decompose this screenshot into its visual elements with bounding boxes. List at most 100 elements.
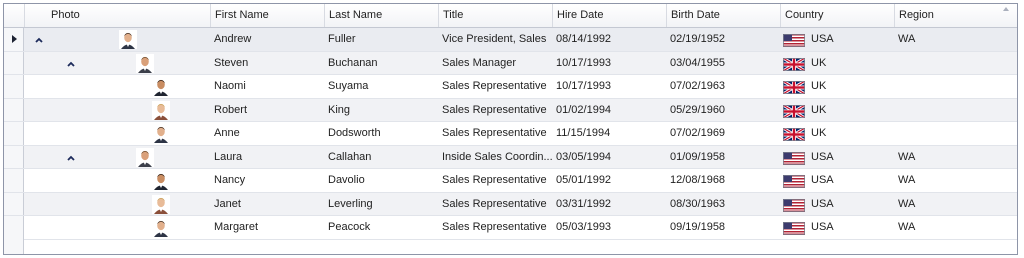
header-birth-date[interactable]: Birth Date: [666, 4, 780, 27]
cell-last-name[interactable]: King: [324, 99, 438, 122]
cell-birth-date[interactable]: 08/30/1963: [666, 193, 780, 216]
cell-hire-date[interactable]: 03/31/1992: [552, 193, 666, 216]
row-indicator[interactable]: [4, 98, 24, 121]
cell-last-name[interactable]: Fuller: [324, 28, 438, 51]
row-indicator[interactable]: [4, 216, 24, 239]
cell-first-name[interactable]: Laura: [210, 146, 324, 169]
cell-country[interactable]: USA: [780, 28, 894, 51]
cell-country[interactable]: UK: [780, 99, 894, 122]
header-last-name[interactable]: Last Name: [324, 4, 438, 27]
cell-last-name[interactable]: Suyama: [324, 75, 438, 98]
row-indicator[interactable]: [4, 51, 24, 74]
header-title[interactable]: Title: [438, 4, 552, 27]
cell-hire-date[interactable]: 05/01/1992: [552, 169, 666, 192]
cell-title[interactable]: Sales Representative: [438, 216, 552, 239]
cell-birth-date[interactable]: 07/02/1963: [666, 75, 780, 98]
cell-last-name[interactable]: Buchanan: [324, 52, 438, 75]
cell-birth-date[interactable]: 09/19/1958: [666, 216, 780, 239]
cell-title[interactable]: Sales Representative: [438, 193, 552, 216]
cell-first-name[interactable]: Janet: [210, 193, 324, 216]
table-row[interactable]: Janet Leverling Sales Representative 03/31/…: [4, 192, 1017, 216]
table-row[interactable]: Steven Buchanan Sales Manager 10/17/1993 03/…: [4, 51, 1017, 75]
cell-hire-date[interactable]: 03/05/1994: [552, 146, 666, 169]
cell-first-name[interactable]: Margaret: [210, 216, 324, 239]
cell-title[interactable]: Sales Representative: [438, 122, 552, 145]
table-row[interactable]: Anne Dodsworth Sales Representative 11/15/1…: [4, 122, 1017, 146]
cell-first-name[interactable]: Andrew: [210, 28, 324, 51]
table-row[interactable]: Naomi Suyama Sales Representative 10/17/199…: [4, 75, 1017, 99]
header-first-name[interactable]: First Name: [210, 4, 324, 27]
cell-hire-date[interactable]: 08/14/1992: [552, 28, 666, 51]
row-indicator[interactable]: [4, 192, 24, 215]
cell-title[interactable]: Sales Representative: [438, 75, 552, 98]
cell-region[interactable]: [894, 99, 1008, 122]
cell-birth-date[interactable]: 03/04/1955: [666, 52, 780, 75]
cell-country[interactable]: UK: [780, 52, 894, 75]
header-photo-label: Photo: [51, 9, 80, 21]
collapse-chevron-icon[interactable]: [34, 36, 44, 44]
cell-first-name[interactable]: Anne: [210, 122, 324, 145]
column-chooser[interactable]: [4, 4, 24, 27]
header-country[interactable]: Country: [780, 4, 894, 27]
cell-country[interactable]: UK: [780, 122, 894, 145]
cell-title[interactable]: Inside Sales Coordin...: [438, 146, 552, 169]
cell-region[interactable]: WA: [894, 193, 1008, 216]
cell-last-name[interactable]: Davolio: [324, 169, 438, 192]
header-region[interactable]: Region: [894, 4, 1017, 27]
cell-last-name[interactable]: Peacock: [324, 216, 438, 239]
cell-hire-date[interactable]: 11/15/1994: [552, 122, 666, 145]
cell-region[interactable]: WA: [894, 169, 1008, 192]
cell-country[interactable]: UK: [780, 75, 894, 98]
cell-region[interactable]: WA: [894, 28, 1008, 51]
table-row[interactable]: Nancy Davolio Sales Representative 05/01/19…: [4, 169, 1017, 193]
cell-title[interactable]: Sales Representative: [438, 99, 552, 122]
cell-country[interactable]: USA: [780, 169, 894, 192]
header-first-name-label: First Name: [215, 9, 269, 21]
employee-photo: [119, 30, 137, 49]
cell-title[interactable]: Sales Manager: [438, 52, 552, 75]
cell-hire-date[interactable]: 10/17/1993: [552, 52, 666, 75]
row-indicator[interactable]: [4, 169, 24, 192]
cell-hire-date[interactable]: 05/03/1993: [552, 216, 666, 239]
cell-first-name[interactable]: Naomi: [210, 75, 324, 98]
header-birth-date-label: Birth Date: [671, 9, 720, 21]
cell-region[interactable]: WA: [894, 216, 1008, 239]
header-hire-date[interactable]: Hire Date: [552, 4, 666, 27]
table-row[interactable]: Laura Callahan Inside Sales Coordin... 03/0…: [4, 145, 1017, 169]
row-indicator[interactable]: [4, 28, 24, 51]
header-photo[interactable]: Photo: [47, 4, 210, 27]
row-indicator[interactable]: [4, 75, 24, 98]
table-row[interactable]: Robert King Sales Representative 01/02/1994…: [4, 98, 1017, 122]
cell-hire-date[interactable]: 01/02/1994: [552, 99, 666, 122]
table-row[interactable]: Andrew Fuller Vice President, Sales 08/14/1…: [4, 28, 1017, 52]
cell-country[interactable]: USA: [780, 193, 894, 216]
cell-first-name[interactable]: Robert: [210, 99, 324, 122]
grid-body: Andrew Fuller Vice President, Sales 08/14/1…: [4, 28, 1017, 254]
table-row[interactable]: Margaret Peacock Sales Representative 05/03…: [4, 216, 1017, 240]
cell-birth-date[interactable]: 12/08/1968: [666, 169, 780, 192]
cell-last-name[interactable]: Callahan: [324, 146, 438, 169]
cell-birth-date[interactable]: 02/19/1952: [666, 28, 780, 51]
collapse-chevron-icon[interactable]: [66, 60, 76, 68]
cell-region[interactable]: [894, 52, 1008, 75]
cell-birth-date[interactable]: 01/09/1958: [666, 146, 780, 169]
row-indicator[interactable]: [4, 145, 24, 168]
country-label: UK: [811, 80, 827, 92]
cell-last-name[interactable]: Dodsworth: [324, 122, 438, 145]
cell-region[interactable]: [894, 75, 1008, 98]
cell-birth-date[interactable]: 07/02/1969: [666, 122, 780, 145]
cell-last-name[interactable]: Leverling: [324, 193, 438, 216]
cell-title[interactable]: Vice President, Sales: [438, 28, 552, 51]
collapse-chevron-icon[interactable]: [66, 154, 76, 162]
cell-country[interactable]: USA: [780, 216, 894, 239]
cell-hire-date[interactable]: 10/17/1993: [552, 75, 666, 98]
cell-first-name[interactable]: Nancy: [210, 169, 324, 192]
cell-first-name[interactable]: Steven: [210, 52, 324, 75]
row-indicator[interactable]: [4, 122, 24, 145]
cell-birth-date[interactable]: 05/29/1960: [666, 99, 780, 122]
cell-region[interactable]: WA: [894, 146, 1008, 169]
cell-country[interactable]: USA: [780, 146, 894, 169]
country-label: UK: [811, 127, 827, 139]
cell-title[interactable]: Sales Representative: [438, 169, 552, 192]
cell-region[interactable]: [894, 122, 1008, 145]
